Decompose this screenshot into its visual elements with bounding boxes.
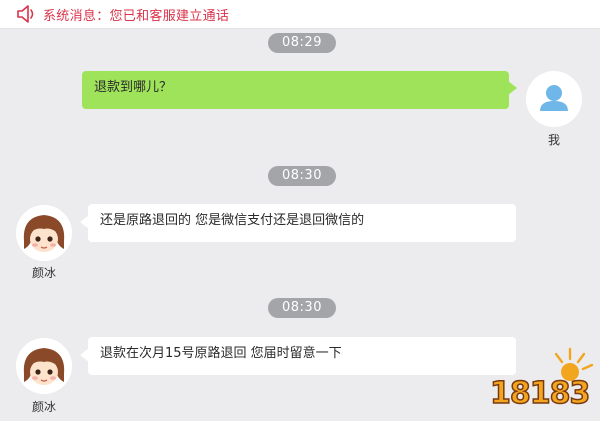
- my-name: 我: [547, 133, 560, 147]
- agent-avatar: [16, 205, 72, 261]
- user-icon: [540, 85, 568, 111]
- system-message-text: 系统消息：您已和客服建立通话: [43, 9, 230, 24]
- watermark-text: 18183: [490, 376, 589, 411]
- agent-avatar: [16, 338, 72, 394]
- my-avatar: [526, 71, 582, 127]
- agent-avatar-icon: [16, 338, 72, 394]
- timestamp: 08:30: [268, 166, 336, 186]
- watermark-logo-icon: 18183: [489, 347, 594, 412]
- agent-name: 颜冰: [31, 400, 56, 414]
- agent-message-bubble: 还是原路退回的 您是微信支付还是退回微信的: [80, 204, 516, 242]
- speaker-icon: [17, 5, 34, 23]
- agent-avatar-icon: [16, 205, 72, 261]
- timestamp: 08:29: [268, 33, 336, 53]
- agent-name: 颜冰: [31, 266, 56, 280]
- timestamp: 08:30: [268, 298, 336, 318]
- my-message-bubble: 退款到哪儿？: [82, 71, 517, 109]
- system-message-bar: 系统消息：您已和客服建立通话: [0, 0, 600, 29]
- agent-message-bubble: 退款在次月15号原路退回 您届时留意一下: [80, 337, 516, 375]
